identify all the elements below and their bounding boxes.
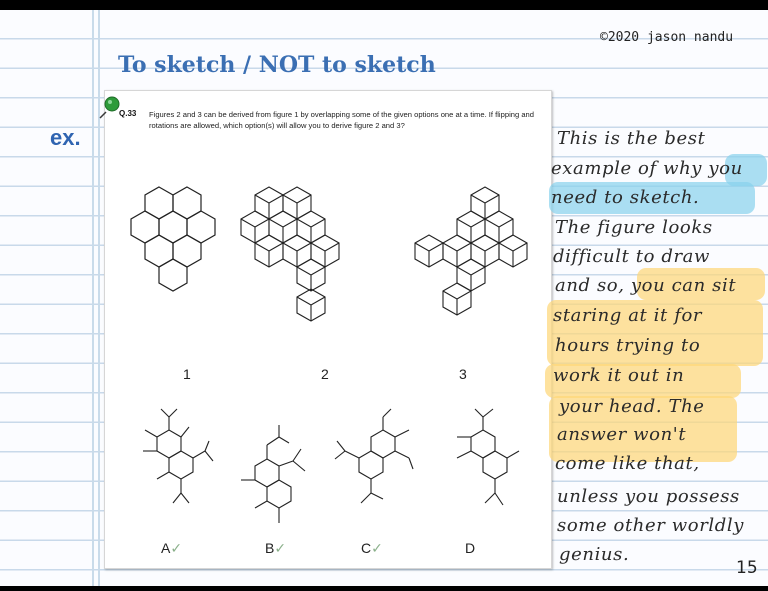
page-number: 15 — [736, 558, 758, 578]
note-line: The figure looks — [555, 217, 713, 238]
question-paper: Q.33 Figures 2 and 3 can be derived from… — [104, 90, 552, 569]
slide-page: ©2020 jason nandu To sketch / NOT to ske… — [0, 10, 768, 586]
note-line: difficult to draw — [553, 246, 711, 267]
pushpin-icon — [99, 96, 120, 119]
note-line: answer won't — [557, 424, 687, 445]
option-a-check-icon: ✓ — [170, 541, 183, 557]
copyright-text: ©2020 jason nandu — [600, 30, 734, 45]
note-line: genius. — [559, 544, 630, 565]
note-line: staring at it for — [553, 305, 703, 326]
note-line: come like that, — [555, 453, 700, 474]
note-line: unless you possess — [557, 486, 740, 507]
option-d-figure — [456, 408, 520, 506]
note-line: and so, you can sit — [555, 275, 737, 296]
option-c-check-icon: ✓ — [371, 541, 383, 557]
note-line: your head. The — [559, 396, 705, 417]
note-line: This is the best — [557, 128, 706, 149]
option-a-label: A✓ — [161, 540, 183, 557]
note-line: some other worldly — [557, 515, 745, 536]
slide-title: To sketch / NOT to sketch — [118, 52, 436, 78]
note-line: work it out in — [553, 365, 685, 386]
note-line: hours trying to — [555, 335, 701, 356]
option-b-check-icon: ✓ — [274, 541, 287, 557]
note-line: example of why you — [551, 158, 743, 179]
note-line: need to sketch. — [551, 187, 700, 208]
example-label: ex. — [50, 125, 81, 150]
option-b-label: B✓ — [265, 540, 287, 557]
option-c-label: C✓ — [361, 540, 383, 557]
option-d-label: D — [465, 540, 476, 556]
